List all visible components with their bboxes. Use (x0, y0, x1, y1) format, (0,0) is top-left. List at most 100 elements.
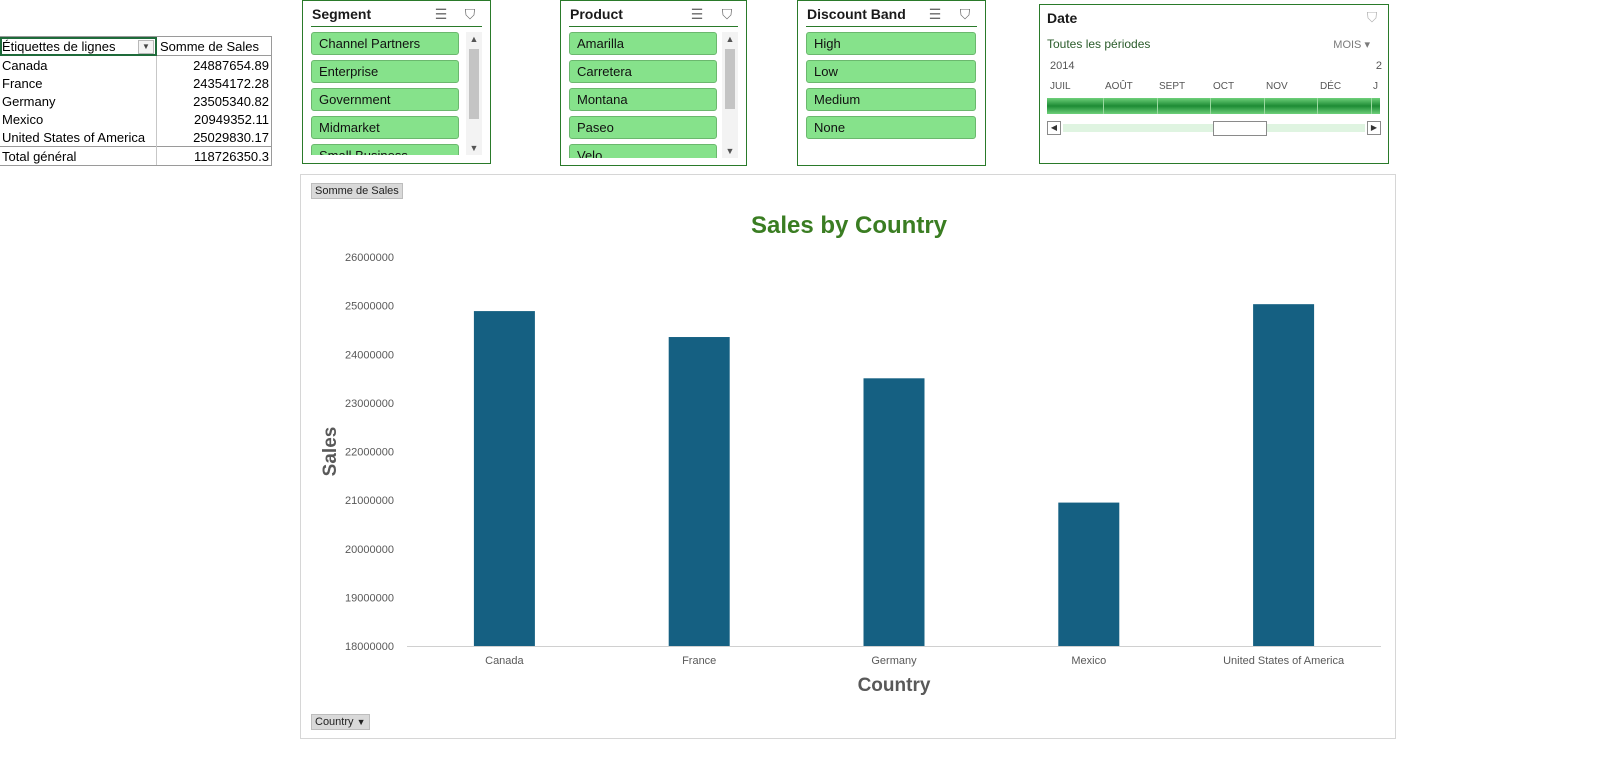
timeline-month: AOÛT (1105, 81, 1133, 92)
slicer-divider (569, 26, 738, 27)
y-axis-label: Sales (320, 427, 341, 477)
pivot-chart[interactable]: Somme de Sales Sales by Country 18000000… (300, 174, 1396, 739)
pivot-row-label: United States of America (2, 129, 146, 145)
pivot-row-label: Germany (2, 93, 56, 109)
multi-select-icon[interactable]: ☰ (431, 4, 451, 24)
pivot-row-labels-header[interactable]: Étiquettes de lignes ▼ (0, 36, 157, 56)
timeline-month: JUIL (1050, 81, 1071, 92)
y-tick-label: 25000000 (345, 301, 394, 313)
filter-dropdown-icon[interactable]: ▼ (138, 40, 154, 54)
scroll-down-icon[interactable]: ▼ (466, 141, 482, 155)
pivot-row-value: 24354172.28 (156, 74, 272, 92)
slicer-item[interactable]: None (806, 116, 976, 139)
slicer-item[interactable]: Small Business (311, 144, 459, 155)
slicer-item[interactable]: Velo (569, 144, 717, 158)
axis-field-label: Country (315, 716, 354, 728)
date-timeline[interactable]: Date ⛉ Toutes les périodes MOIS ▾ 2014 2… (1039, 4, 1389, 164)
slicer-item[interactable]: High (806, 32, 976, 55)
x-tick-label: Germany (871, 655, 917, 667)
scroll-down-icon[interactable]: ▼ (722, 144, 738, 158)
pivot-row-label: Canada (2, 57, 48, 73)
pivot-row-value: 24887654.89 (156, 55, 272, 74)
scroll-right-icon[interactable]: ▶ (1367, 121, 1381, 135)
pivot-row-label: France (2, 75, 43, 91)
discount-band-slicer[interactable]: Discount Band ☰ ⛉ High Low Medium None (797, 0, 986, 166)
multi-select-icon[interactable]: ☰ (687, 4, 707, 24)
pivot-row[interactable]: France 24354172.28 (0, 74, 272, 92)
timeline-level-dropdown[interactable]: MOIS ▾ (1333, 38, 1370, 51)
timeline-title: Date (1047, 10, 1078, 26)
bar[interactable] (668, 337, 730, 646)
pivot-row-label: Mexico (2, 111, 44, 127)
slicer-item[interactable]: Government (311, 88, 459, 111)
timeline-year: 2014 (1050, 60, 1075, 72)
scroll-up-icon[interactable]: ▲ (466, 32, 482, 46)
pivot-value-header[interactable]: Somme de Sales (156, 36, 272, 56)
clear-filter-icon[interactable]: ⛉ (717, 4, 737, 24)
timeline-month: SEPT (1159, 81, 1186, 92)
scroll-left-icon[interactable]: ◀ (1047, 121, 1061, 135)
clear-filter-icon[interactable]: ⛉ (460, 4, 480, 24)
y-tick-label: 18000000 (345, 641, 394, 653)
pivot-row-value: 20949352.11 (156, 110, 272, 128)
slicer-item[interactable]: Enterprise (311, 60, 459, 83)
x-tick-label: Canada (485, 655, 524, 667)
pivot-row[interactable]: Germany 23505340.82 (0, 92, 272, 110)
slicer-items: Amarilla Carretera Montana Paseo Velo (569, 32, 717, 158)
slicer-item[interactable]: Channel Partners (311, 32, 459, 55)
clear-filter-icon[interactable]: ⛉ (955, 4, 975, 24)
pivot-header-row: Étiquettes de lignes ▼ Somme de Sales (0, 36, 272, 56)
product-slicer[interactable]: Product ☰ ⛉ Amarilla Carretera Montana P… (560, 0, 747, 166)
slicer-item[interactable]: Midmarket (311, 116, 459, 139)
slicer-title: Discount Band (807, 6, 906, 22)
pivot-table: Étiquettes de lignes ▼ Somme de Sales Ca… (0, 36, 272, 166)
scroll-thumb[interactable] (469, 49, 479, 119)
scroll-up-icon[interactable]: ▲ (722, 32, 738, 46)
timeline-month: J (1373, 81, 1378, 92)
pivot-total-row[interactable]: Total général 118726350.3 (0, 146, 272, 166)
clear-filter-icon[interactable]: ⛉ (1362, 7, 1382, 27)
slicer-scrollbar[interactable]: ▲ ▼ (722, 32, 738, 158)
slicer-divider (806, 26, 977, 27)
timeline-month: NOV (1266, 81, 1288, 92)
pivot-row[interactable]: United States of America 25029830.17 (0, 128, 272, 147)
pivot-row-value: 23505340.82 (156, 92, 272, 110)
slicer-item[interactable]: Montana (569, 88, 717, 111)
pivot-row[interactable]: Mexico 20949352.11 (0, 110, 272, 128)
y-tick-label: 19000000 (345, 592, 394, 604)
timeline-months: JUIL AOÛT SEPT OCT NOV DÉC J (1047, 81, 1380, 95)
scroll-thumb[interactable] (1213, 121, 1267, 136)
slicer-item[interactable]: Carretera (569, 60, 717, 83)
bar[interactable] (1253, 304, 1315, 646)
pivot-total-value: 118726350.3 (156, 146, 272, 166)
slicer-items: Channel Partners Enterprise Government M… (311, 32, 459, 155)
bar[interactable] (1058, 502, 1120, 646)
slicer-title: Segment (312, 6, 372, 22)
y-tick-label: 23000000 (345, 398, 394, 410)
axis-field-button[interactable]: Country ▼ (311, 714, 370, 730)
slicer-item[interactable]: Amarilla (569, 32, 717, 55)
pivot-row-value: 25029830.17 (156, 128, 272, 147)
x-axis-label: Country (858, 675, 931, 696)
scroll-thumb[interactable] (725, 49, 735, 109)
slicer-item[interactable]: Medium (806, 88, 976, 111)
y-tick-label: 22000000 (345, 447, 394, 459)
y-tick-label: 20000000 (345, 544, 394, 556)
slicer-item[interactable]: Paseo (569, 116, 717, 139)
bar[interactable] (863, 378, 925, 646)
multi-select-icon[interactable]: ☰ (925, 4, 945, 24)
slicer-title: Product (570, 6, 623, 22)
slicer-scrollbar[interactable]: ▲ ▼ (466, 32, 482, 155)
timeline-range-label: Toutes les périodes (1047, 37, 1151, 51)
chevron-down-icon: ▾ (1364, 39, 1370, 51)
slicer-item[interactable]: Low (806, 60, 976, 83)
segment-slicer[interactable]: Segment ☰ ⛉ Channel Partners Enterprise … (302, 0, 491, 164)
timeline-scrollbar[interactable]: ◀ ▶ (1047, 121, 1381, 136)
timeline-period-bar[interactable] (1047, 98, 1380, 114)
pivot-row-labels-text: Étiquettes de lignes (2, 38, 116, 54)
timeline-month: OCT (1213, 81, 1235, 92)
bar[interactable] (473, 311, 535, 646)
timeline-year-next: 2 (1375, 60, 1382, 72)
pivot-row[interactable]: Canada 24887654.89 (0, 55, 272, 74)
slicer-divider (311, 26, 482, 27)
